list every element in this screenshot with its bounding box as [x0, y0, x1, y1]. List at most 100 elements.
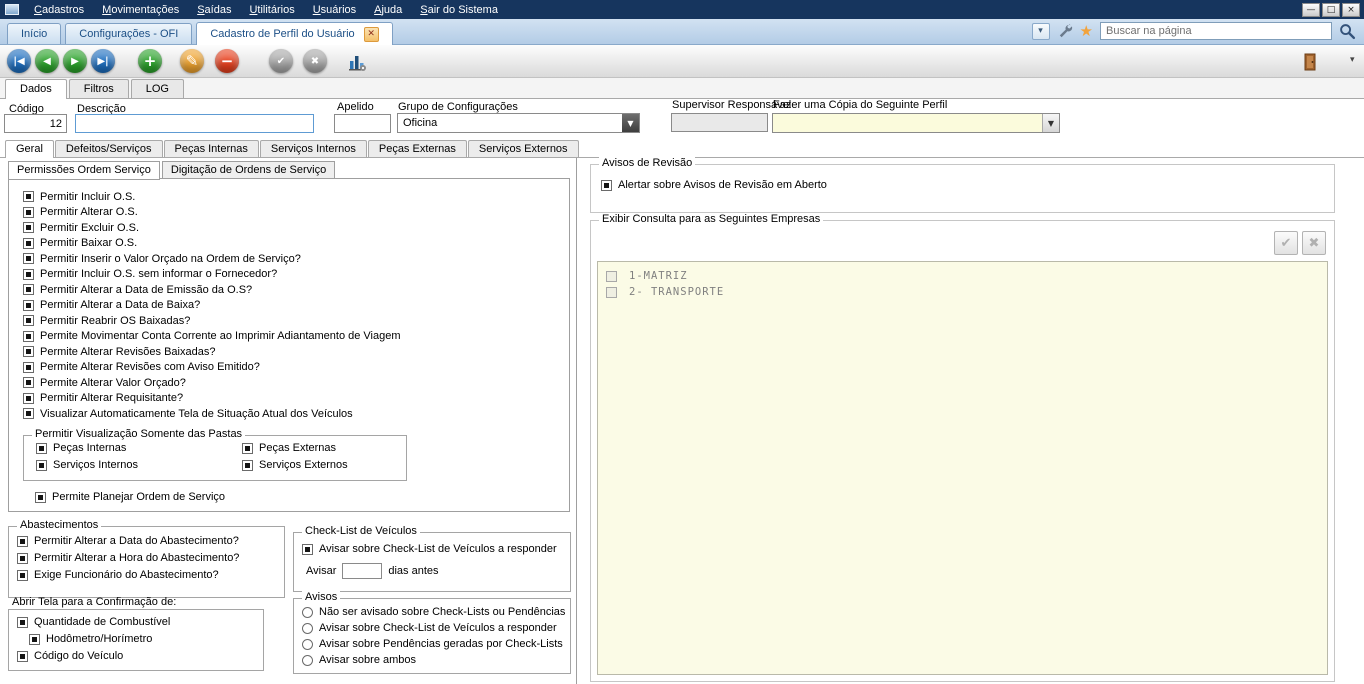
- checkbox: [23, 408, 34, 420]
- checkbox: [23, 284, 34, 296]
- aviso-radio-option[interactable]: Avisar sobre ambos: [302, 654, 416, 666]
- abastecimento-item[interactable]: Permitir Alterar a Hora do Abastecimento…: [17, 552, 239, 564]
- page-search-icon[interactable]: [1339, 23, 1356, 40]
- menu-item-cadastros[interactable]: Cadastros: [25, 2, 93, 18]
- tab-list-button[interactable]: ▾: [1031, 22, 1050, 40]
- alertar-revisao-checkbox[interactable]: Alertar sobre Avisos de Revisão em Abert…: [601, 179, 827, 191]
- prev-record-button[interactable]: ◀: [35, 49, 59, 73]
- abastecimento-item[interactable]: Permitir Alterar a Data do Abastecimento…: [17, 535, 239, 547]
- os-permission-item[interactable]: Permitir Alterar a Data de Baixa?: [23, 298, 401, 314]
- edit-button[interactable]: ✎: [180, 49, 204, 73]
- maximize-button[interactable]: □: [1322, 2, 1340, 17]
- os-permission-item[interactable]: Permite Alterar Revisões Baixadas?: [23, 344, 401, 360]
- tab-pecas-externas[interactable]: Peças Externas: [367, 140, 467, 157]
- tab-servicos-externos[interactable]: Serviços Externos: [467, 140, 579, 157]
- aviso-radio-option[interactable]: Avisar sobre Pendências geradas por Chec…: [302, 638, 563, 650]
- cancel-button[interactable]: ✖: [303, 49, 327, 73]
- pasta-item[interactable]: Peças Externas: [242, 442, 336, 454]
- last-record-button[interactable]: ▶|: [91, 49, 115, 73]
- menu-item-movimentacoes[interactable]: Movimentações: [93, 2, 188, 18]
- tab-servicos-internos[interactable]: Serviços Internos: [259, 140, 367, 157]
- os-permission-item[interactable]: Permitir Alterar a Data de Emissão da O.…: [23, 282, 401, 298]
- menu-item-utilitarios[interactable]: Utilitários: [240, 2, 303, 18]
- checkbox-label: Quantidade de Combustível: [34, 616, 171, 628]
- search-page-input[interactable]: [1100, 22, 1332, 40]
- menu-item-ajuda[interactable]: Ajuda: [365, 2, 411, 18]
- close-button[interactable]: ×: [1342, 2, 1360, 17]
- apelido-field[interactable]: [334, 114, 391, 133]
- confirm-button[interactable]: ✔: [269, 49, 293, 73]
- checklist-avisar-checkbox[interactable]: Avisar sobre Check-List de Veículos a re…: [302, 543, 557, 555]
- pasta-item[interactable]: Serviços Internos: [36, 459, 138, 471]
- menu-item-sair[interactable]: Sair do Sistema: [411, 2, 507, 18]
- abrir-tela-item[interactable]: Hodômetro/Horímetro: [29, 633, 152, 645]
- delete-button[interactable]: −: [215, 49, 239, 73]
- planejar-os-checkbox[interactable]: Permite Planejar Ordem de Serviço: [35, 491, 225, 503]
- os-permission-item[interactable]: Permitir Incluir O.S. sem informar o For…: [23, 267, 401, 283]
- tab-configuracoes-ofi[interactable]: Configurações - OFI: [65, 23, 193, 44]
- os-permission-item[interactable]: Permite Movimentar Conta Corrente ao Imp…: [23, 329, 401, 345]
- pasta-item[interactable]: Serviços Externos: [242, 459, 348, 471]
- checkbox-label: Permitir Alterar a Data de Emissão da O.…: [40, 283, 253, 296]
- grupo-configuracoes-combo[interactable]: Oficina ▼: [397, 113, 640, 133]
- dias-antes-field[interactable]: [342, 563, 383, 579]
- menu-item-saidas[interactable]: Saídas: [188, 2, 240, 18]
- minimize-button[interactable]: —: [1302, 2, 1320, 17]
- next-record-button[interactable]: ▶: [63, 49, 87, 73]
- tab-label: Cadastro de Perfil do Usuário: [210, 28, 355, 40]
- checkbox: [35, 491, 46, 503]
- os-permission-item[interactable]: Permitir Baixar O.S.: [23, 236, 401, 252]
- tab-geral[interactable]: Geral: [5, 140, 54, 158]
- favorites-star-icon[interactable]: ★: [1080, 23, 1093, 39]
- codigo-field[interactable]: [4, 114, 67, 133]
- os-permission-item[interactable]: Visualizar Automaticamente Tela de Situa…: [23, 406, 401, 422]
- abrir-tela-item[interactable]: Código do Veículo: [17, 650, 123, 662]
- os-permission-item[interactable]: Permitir Incluir O.S.: [23, 189, 401, 205]
- abrir-tela-item[interactable]: Quantidade de Combustível: [17, 616, 170, 628]
- os-permission-item[interactable]: Permitir Alterar Requisitante?: [23, 391, 401, 407]
- subtab-filtros[interactable]: Filtros: [68, 79, 129, 98]
- abastecimento-item[interactable]: Exige Funcionário do Abastecimento?: [17, 569, 219, 581]
- tab-inicio[interactable]: Início: [7, 23, 62, 44]
- checkbox: [23, 191, 34, 203]
- checkbox-label: Alertar sobre Avisos de Revisão em Abert…: [618, 179, 827, 191]
- descricao-field[interactable]: [75, 114, 314, 133]
- chevron-down-icon[interactable]: ▼: [1042, 114, 1059, 132]
- exit-door-icon[interactable]: [1296, 48, 1324, 76]
- os-permission-item[interactable]: Permitir Inserir o Valor Orçado na Ordem…: [23, 251, 401, 267]
- window-controls: — □ ×: [1302, 2, 1364, 17]
- menu-item-usuarios[interactable]: Usuários: [304, 2, 365, 18]
- check-all-button[interactable]: ✔: [1274, 231, 1298, 255]
- empresa-row[interactable]: 1-MATRIZ: [598, 268, 1327, 284]
- os-permission-item[interactable]: Permitir Reabrir OS Baixadas?: [23, 313, 401, 329]
- subtab-log[interactable]: LOG: [130, 79, 184, 98]
- chevron-down-icon[interactable]: ▼: [622, 114, 639, 132]
- add-button[interactable]: +: [138, 49, 162, 73]
- os-permission-item[interactable]: Permitir Alterar O.S.: [23, 205, 401, 221]
- aviso-radio-option[interactable]: Não ser avisado sobre Check-Lists ou Pen…: [302, 606, 565, 618]
- tab-defeitos-servicos[interactable]: Defeitos/Serviços: [54, 140, 163, 157]
- empresa-row[interactable]: 2- TRANSPORTE: [598, 284, 1327, 300]
- os-permission-item[interactable]: Permitir Excluir O.S.: [23, 220, 401, 236]
- toolbar-overflow-button[interactable]: ▾: [1350, 55, 1355, 65]
- os-permission-item[interactable]: Permite Alterar Valor Orçado?: [23, 375, 401, 391]
- empresa-label: 1-MATRIZ: [629, 270, 688, 282]
- os-permission-item[interactable]: Permite Alterar Revisões com Aviso Emiti…: [23, 360, 401, 376]
- close-tab-icon[interactable]: ✕: [363, 26, 379, 42]
- pasta-item[interactable]: Peças Internas: [36, 442, 126, 454]
- tab-permissoes-ordem-servico[interactable]: Permissões Ordem Serviço: [8, 161, 160, 180]
- checkbox: [23, 253, 34, 265]
- aviso-radio-option[interactable]: Avisar sobre Check-List de Veículos a re…: [302, 622, 557, 634]
- copia-perfil-combo[interactable]: ▼: [772, 113, 1060, 133]
- chart-button[interactable]: [343, 48, 371, 76]
- uncheck-all-button[interactable]: ✖: [1302, 231, 1326, 255]
- checkbox-label: Peças Internas: [53, 442, 127, 454]
- wrench-icon[interactable]: [1057, 23, 1073, 39]
- tab-digitacao-ordens[interactable]: Digitação de Ordens de Serviço: [161, 161, 336, 179]
- tab-pecas-internas[interactable]: Peças Internas: [163, 140, 259, 157]
- supervisor-field[interactable]: [671, 113, 768, 132]
- radio-button: [302, 638, 313, 650]
- tab-cadastro-perfil-usuario[interactable]: Cadastro de Perfil do Usuário ✕: [196, 22, 393, 45]
- first-record-button[interactable]: |◀: [7, 49, 31, 73]
- subtab-dados[interactable]: Dados: [5, 79, 67, 99]
